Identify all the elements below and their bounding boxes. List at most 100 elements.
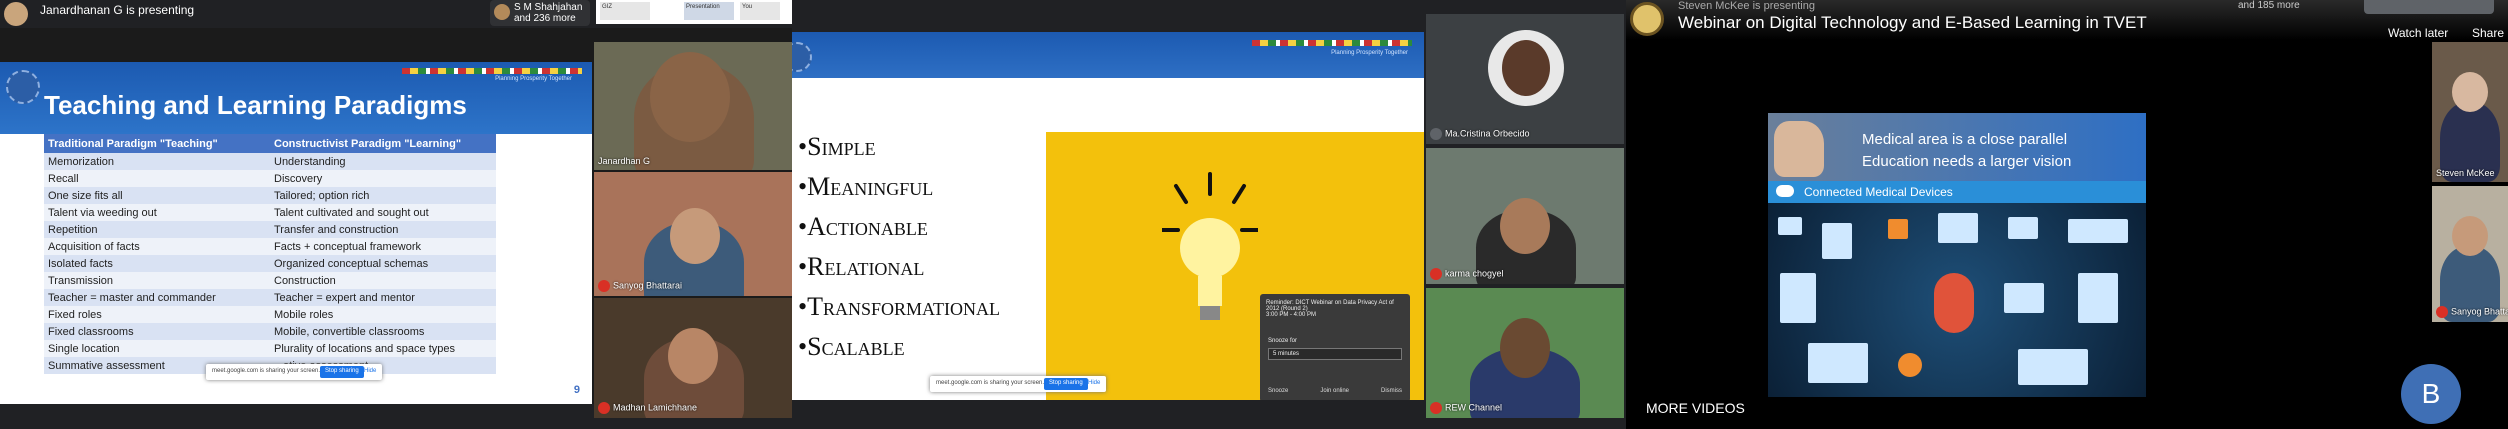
more-participants-count: and 236 more [514, 13, 576, 24]
participant-avatar [494, 4, 510, 20]
filmstrip-thumbnails: GIZ Presentation You [596, 0, 792, 24]
participant-tile[interactable]: Ma.Cristina Orbecido [1426, 14, 1624, 144]
cloud-icon [1776, 185, 1794, 197]
bullet-item: •Actionable [798, 212, 928, 241]
doctor-icon [1822, 223, 1852, 259]
table-cell: Repetition [44, 221, 270, 238]
slide-banner: Planning Prosperity Together [792, 32, 1424, 78]
stop-sharing-button[interactable]: Stop sharing [1044, 378, 1088, 390]
top-pill [2364, 0, 2494, 14]
more-videos-button[interactable]: MORE VIDEOS [1646, 400, 1745, 416]
share-button[interactable]: Share [2472, 26, 2504, 40]
calendar-reminder-toast: Reminder: DICT Webinar on Data Privacy A… [1260, 294, 1410, 402]
table-row: Teacher = master and commander Teacher = … [44, 289, 496, 306]
reminder-time: 3:00 PM - 4:00 PM [1266, 312, 1317, 318]
table-row: Transmission Construction [44, 272, 496, 289]
thumbnail-3[interactable]: You [740, 2, 780, 20]
table-row: Talent via weeding out Talent cultivated … [44, 204, 496, 221]
table-row: Acquisition of facts Facts + conceptual f… [44, 238, 496, 255]
thumbnail-2[interactable]: Presentation [684, 2, 734, 20]
table-row: Memorization Understanding [44, 153, 496, 170]
dismiss-button[interactable]: Dismiss [1381, 388, 1402, 394]
table-cell: Organized conceptual schemas [270, 255, 496, 272]
presentation-slide: Planning Prosperity Together •Simple •Me… [792, 32, 1424, 402]
presentation-slide: Planning Prosperity Together Teaching an… [0, 62, 592, 404]
table-cell: Fixed roles [44, 306, 270, 323]
bullet-item: •Scalable [798, 332, 905, 361]
table-cell: Construction [270, 272, 496, 289]
table-cell: Mobile roles [270, 306, 496, 323]
participant-name-wrap: karma chogyel [1430, 268, 1504, 280]
snooze-button[interactable]: Snooze [1268, 388, 1288, 394]
channel-logo-icon[interactable] [1630, 2, 1664, 36]
join-online-button[interactable]: Join online [1320, 388, 1349, 394]
participant-face [650, 52, 730, 142]
table-row: One size fits all Tailored; option rich [44, 187, 496, 204]
device-icon [1888, 219, 1908, 239]
paradigm-table: Traditional Paradigm "Teaching" Construc… [44, 134, 496, 374]
table-cell: Talent via weeding out [44, 204, 270, 221]
bullet-item: •Transformational [798, 292, 1001, 321]
table-cell: Transfer and construction [270, 221, 496, 238]
server-icon [1938, 213, 1978, 243]
participant-tile[interactable]: Janardhan G [594, 42, 792, 170]
youtube-embed: Steven McKee is presenting Webinar on Di… [1626, 0, 2508, 429]
participant-face [670, 208, 720, 264]
monitor-icon [1778, 217, 1802, 235]
hide-button[interactable]: Hide [364, 368, 376, 374]
meet-window-left: Janardhanan G is presenting S M Shahjaha… [0, 0, 792, 429]
participant-name: Janardhan G [598, 156, 651, 166]
desk-icon [1808, 343, 1868, 383]
table-row: Single location Plurality of locations an… [44, 340, 496, 357]
table-row: Isolated facts Organized conceptual schem… [44, 255, 496, 272]
table-row: Recall Discovery [44, 170, 496, 187]
video-title[interactable]: Webinar on Digital Technology and E-Base… [1678, 13, 2147, 33]
participant-name: Steven McKee [2436, 168, 2495, 178]
table-cell: Teacher = master and commander [44, 289, 270, 306]
more-participants-name: S M Shahjahan [514, 2, 583, 13]
hide-button[interactable]: Hide [1088, 380, 1100, 386]
table-cell: Memorization [44, 153, 270, 170]
stop-sharing-button[interactable]: Stop sharing [320, 366, 364, 378]
participant-tile[interactable]: Steven McKee [2432, 42, 2508, 182]
meet-window-middle: Planning Prosperity Together •Simple •Me… [792, 0, 1626, 429]
participant-tile[interactable]: Madhan Lamichhane [594, 298, 792, 418]
participant-tile[interactable]: REW Channel [1426, 288, 1624, 418]
participant-tile[interactable]: karma chogyel [1426, 148, 1624, 284]
table-row: Fixed classrooms Mobile, convertible clas… [44, 323, 496, 340]
table-cell: Recall [44, 170, 270, 187]
bullet-item: •Simple [798, 132, 876, 161]
bullet-list: •Simple •Meaningful •Actionable •Relatio… [798, 132, 1000, 372]
participant-face [2452, 216, 2488, 256]
participant-name-wrap: REW Channel [1430, 402, 1502, 414]
table-cell: Single location [44, 340, 270, 357]
home-icon [2004, 283, 2044, 313]
org-logo-icon [792, 42, 812, 72]
reminder-title: Reminder: DICT Webinar on Data Privacy A… [1266, 300, 1394, 312]
slide-section-title: Connected Medical Devices [1804, 185, 1953, 199]
more-participants-chip[interactable]: S M Shahjahan and 236 more [490, 0, 590, 26]
presentation-slide: Medical area is a close parallel Educati… [1768, 113, 2146, 397]
lightbulb-icon [1162, 172, 1258, 320]
table-cell: One size fits all [44, 187, 270, 204]
table-cell: Fixed classrooms [44, 323, 270, 340]
slide-banner: Planning Prosperity Together Teaching an… [0, 62, 592, 134]
thumbnail-1[interactable]: GIZ [600, 2, 650, 20]
participant-face [1500, 198, 1550, 254]
participant-tile[interactable]: Sanyog Bhattarai [2432, 186, 2508, 322]
user-avatar[interactable]: B [2401, 364, 2461, 424]
screen-share-bar: meet.google.com is sharing your screen. … [930, 376, 1106, 392]
slide-section-bar: Connected Medical Devices [1768, 181, 2146, 203]
bullet-item: •Meaningful [798, 172, 934, 201]
snooze-select[interactable]: 5 minutes [1268, 348, 1402, 360]
participant-name: Sanyog Bhattarai [613, 280, 683, 291]
participant-tile[interactable]: Sanyog Bhattarai [594, 172, 792, 296]
watch-later-button[interactable]: Watch later [2388, 26, 2448, 40]
screen-share-bar: meet.google.com is sharing your screen. … [206, 364, 382, 380]
participant-face [1502, 40, 1550, 96]
participant-strip: Ma.Cristina Orbecido karma chogyel REW C… [1424, 0, 1626, 429]
flags-strip [402, 68, 582, 74]
participant-name-wrap: Sanyog Bhattarai [598, 280, 682, 292]
participant-name: Ma.Cristina Orbecido [1445, 128, 1530, 139]
participant-name: Sanyog Bhattarai [2451, 306, 2508, 317]
